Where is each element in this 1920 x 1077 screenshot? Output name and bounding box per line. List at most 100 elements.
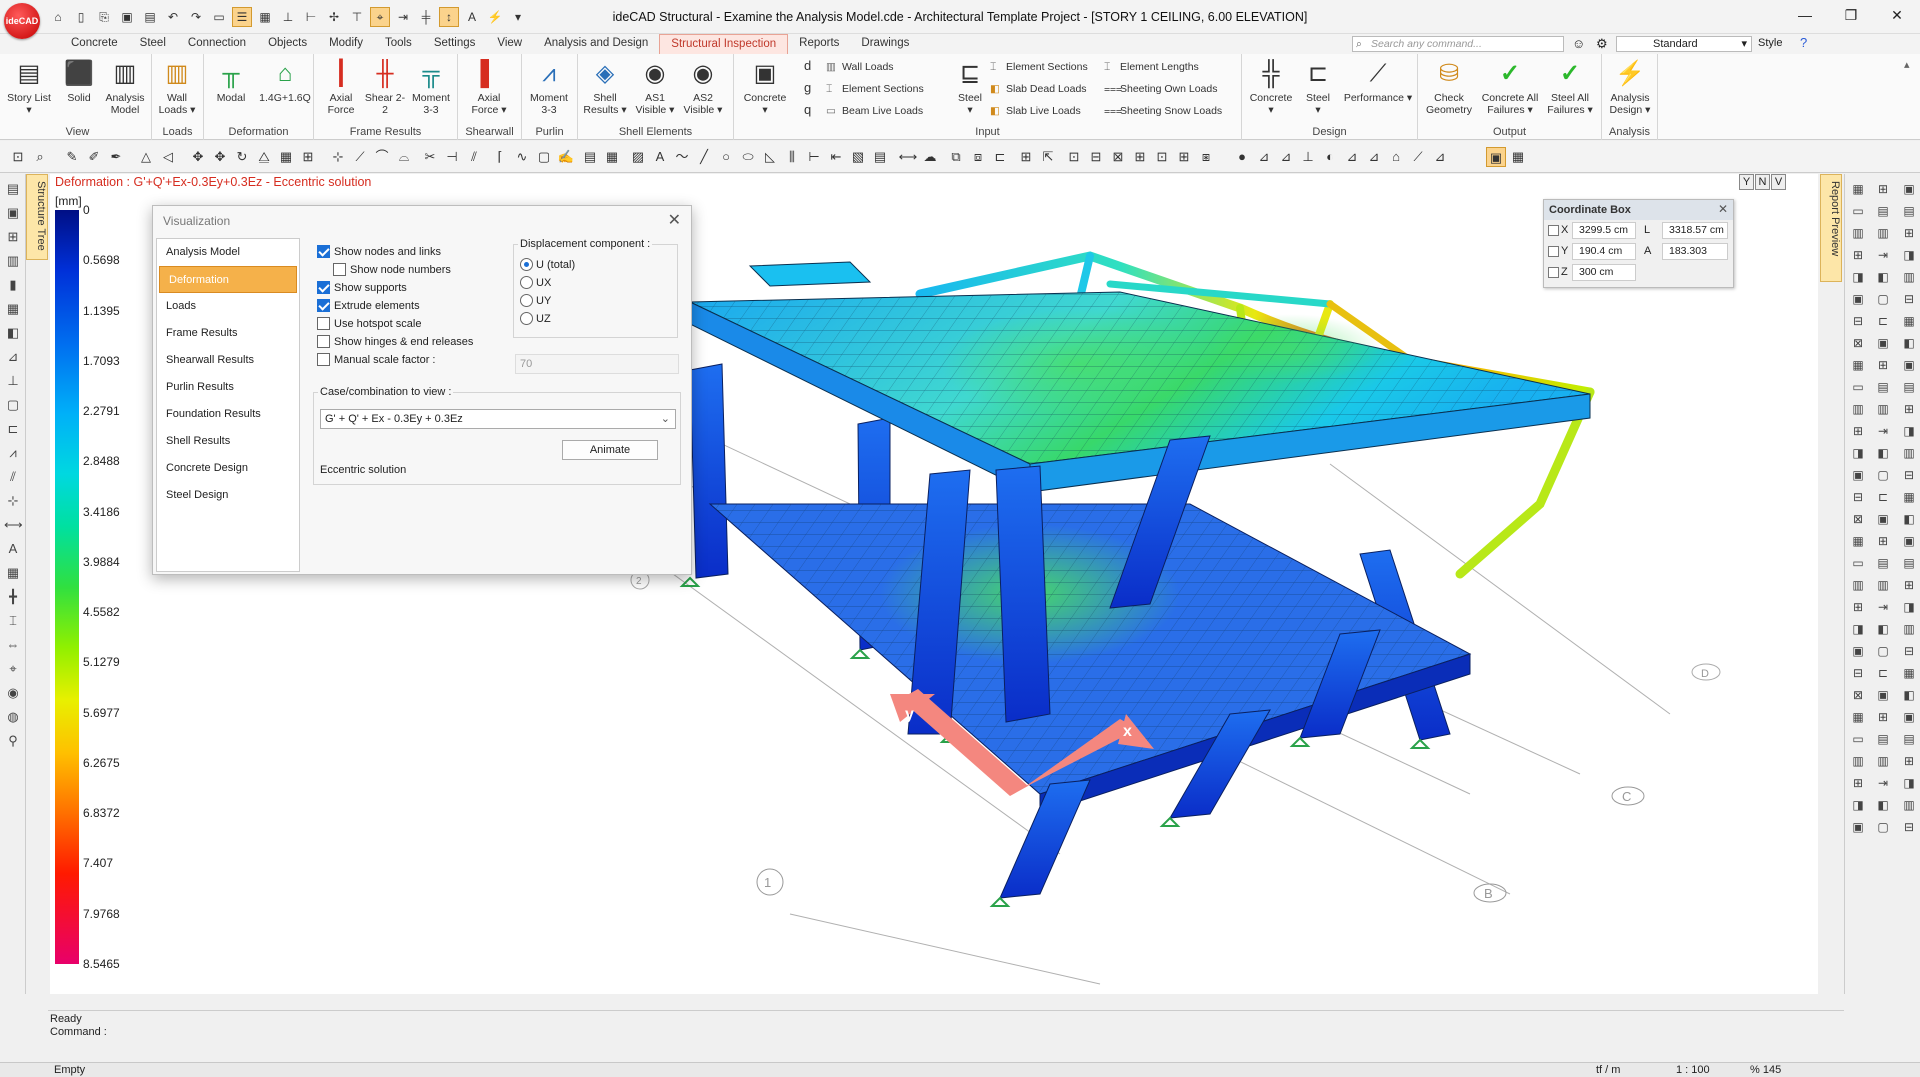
output-icon[interactable]: ⊞ [1900, 400, 1918, 418]
zoom-window-icon[interactable]: ⊡ [8, 147, 28, 167]
manual-scale-checkbox[interactable]: Manual scale factor : [317, 353, 436, 366]
tab-reports[interactable]: Reports [788, 34, 850, 54]
coord-z-checkbox[interactable] [1548, 266, 1559, 278]
object-icon[interactable]: ▤ [1874, 730, 1892, 748]
report-preview-tab[interactable]: Report Preview [1820, 174, 1842, 282]
support-icon[interactable]: ⊿ [1276, 147, 1296, 167]
tool-icon[interactable]: ▥ [1849, 576, 1867, 594]
input-wall-loads[interactable]: ▥ Wall Loads [826, 61, 894, 73]
view-icon[interactable]: ▣ [1849, 290, 1867, 308]
nav-steel-design[interactable]: Steel Design [157, 482, 299, 509]
hotspot-scale-checkbox[interactable]: Use hotspot scale [317, 317, 421, 330]
tab-drawings[interactable]: Drawings [850, 34, 920, 54]
tab-structural-inspection[interactable]: Structural Inspection [659, 34, 789, 54]
footing-icon[interactable]: ⊥ [4, 372, 22, 390]
print-icon[interactable]: ◧ [1900, 686, 1918, 704]
report-icon[interactable]: ⊞ [1874, 356, 1892, 374]
print-icon[interactable]: ◨ [1900, 246, 1918, 264]
line-icon[interactable]: ╱ [694, 147, 714, 167]
print-icon[interactable]: ◨ [1900, 598, 1918, 616]
circle-icon[interactable]: ○ [716, 147, 736, 167]
nav-shearwall-results[interactable]: Shearwall Results [157, 347, 299, 374]
triangle-icon[interactable]: △ [136, 147, 156, 167]
nav-concrete-design[interactable]: Concrete Design [157, 455, 299, 482]
check-icon[interactable]: ⊟ [1900, 290, 1918, 308]
minimize-icon[interactable]: — [1782, 0, 1828, 30]
match-icon[interactable]: ⇱ [1038, 147, 1058, 167]
select-icon[interactable]: ⊞ [1849, 598, 1867, 616]
property-icon[interactable]: ⊠ [1849, 510, 1867, 528]
coord-y-checkbox[interactable] [1548, 245, 1559, 257]
nav-purlin-results[interactable]: Purlin Results [157, 374, 299, 401]
nav-deformation[interactable]: Deformation [159, 266, 297, 293]
insert-icon[interactable]: ⊞ [1874, 532, 1892, 550]
shell-results-button[interactable]: ◈ Shell Results ▾ [582, 58, 628, 116]
erase-icon[interactable]: ◁ [158, 147, 178, 167]
output-icon[interactable]: ⊞ [1900, 752, 1918, 770]
coord-x-field[interactable]: 3299.5 cm [1572, 222, 1636, 239]
coord-y-row[interactable]: Y [1548, 245, 1568, 257]
story-list-button[interactable]: ▤ Story List ▾ [6, 58, 52, 116]
wind-icon[interactable]: ⊿ [1364, 147, 1384, 167]
check-icon[interactable]: ▤ [1900, 202, 1918, 220]
analysis-model-button[interactable]: ▥ Analysis Model [102, 58, 148, 116]
filter-icon[interactable]: ◨ [1849, 620, 1867, 638]
input-concrete-button[interactable]: ▣ Concrete ▾ [740, 58, 790, 116]
hinge-icon[interactable]: ◐ [1320, 147, 1340, 167]
spring-icon[interactable]: ⊥ [1298, 147, 1318, 167]
join-icon[interactable]: ⊣ [442, 147, 462, 167]
properties-icon[interactable]: ⊞ [1016, 147, 1036, 167]
section-icon[interactable]: ⌶ [4, 612, 22, 630]
arc-icon[interactable]: ⌈ [490, 147, 510, 167]
print-icon[interactable]: ◧ [1900, 334, 1918, 352]
style-menu[interactable]: Style [1758, 37, 1782, 49]
layer-lock-icon[interactable]: ⊞ [1130, 147, 1150, 167]
view-button-n[interactable]: N [1755, 174, 1770, 190]
footing-icon[interactable]: ⊿ [1254, 147, 1274, 167]
image-icon[interactable]: ▨ [628, 147, 648, 167]
move-icon[interactable]: ✥ [188, 147, 208, 167]
user-icon[interactable]: ☺ [1572, 36, 1585, 51]
layer-icon[interactable]: ◨ [1849, 268, 1867, 286]
dimension-icon[interactable]: ⟷ [4, 516, 23, 534]
object-icon[interactable]: ⊞ [1874, 180, 1892, 198]
close-icon[interactable]: ✕ [1718, 202, 1728, 216]
nav-frame-results[interactable]: Frame Results [157, 320, 299, 347]
structure-tree-tab[interactable]: Structure Tree [26, 174, 48, 260]
fillet-icon[interactable]: ⌒ [372, 147, 392, 167]
coord-l-field[interactable]: 3318.57 cm [1662, 222, 1728, 239]
view-icon[interactable]: ⊞ [1849, 422, 1867, 440]
light-icon[interactable]: ● [1232, 147, 1252, 167]
zoom-extents-icon[interactable]: ⌕ [30, 147, 50, 167]
purlin-icon[interactable]: ⫽ [4, 468, 22, 486]
modal-button[interactable]: ╥ Modal [208, 58, 254, 104]
view-button-y[interactable]: Y [1739, 174, 1754, 190]
report-icon[interactable]: ▣ [1874, 686, 1892, 704]
coord-a-field[interactable]: 183.303 [1662, 243, 1728, 260]
edit-icon[interactable]: ▣ [1874, 334, 1892, 352]
analysis-design-button[interactable]: ⚡ Analysis Design ▾ [1606, 58, 1654, 116]
scale-factor-input[interactable]: 70 [515, 354, 679, 374]
show-node-numbers-checkbox[interactable]: Show node numbers [333, 263, 451, 276]
filter-icon[interactable]: ⊟ [1849, 488, 1867, 506]
input-sheeting-own-loads[interactable]: ⩶Sheeting Own Loads [1104, 83, 1217, 96]
paint-icon[interactable]: ✍ [556, 147, 576, 167]
layer-walk-icon[interactable]: ⊞ [1174, 147, 1194, 167]
input-slab-live-loads[interactable]: ◧ Slab Live Loads [990, 105, 1081, 117]
command-area[interactable]: Ready Command : [48, 1010, 1844, 1062]
layer-icon[interactable]: ⊟ [1849, 664, 1867, 682]
crane-icon[interactable]: ⟋ [1408, 147, 1428, 167]
report-icon[interactable]: ▢ [1874, 466, 1892, 484]
edit-icon[interactable]: ▥ [1874, 224, 1892, 242]
connection-icon[interactable]: ⊹ [4, 492, 22, 510]
block-icon[interactable]: ▧ [848, 147, 868, 167]
input-element-sections-2[interactable]: ⌶ Element Sections [990, 61, 1088, 74]
purlin-moment-button[interactable]: ⩘ Moment 3-3 [526, 58, 572, 116]
measure-icon[interactable]: ⇔ [4, 636, 22, 654]
design-icon[interactable]: ◧ [1874, 268, 1892, 286]
edit-icon[interactable]: ▤ [1874, 554, 1892, 572]
check-icon[interactable]: ⊟ [1900, 642, 1918, 660]
filter-icon[interactable]: ▥ [1849, 224, 1867, 242]
as1-visible-button[interactable]: ◉ AS1 Visible ▾ [632, 58, 678, 116]
radio-u-total[interactable]: U (total) [520, 258, 575, 271]
